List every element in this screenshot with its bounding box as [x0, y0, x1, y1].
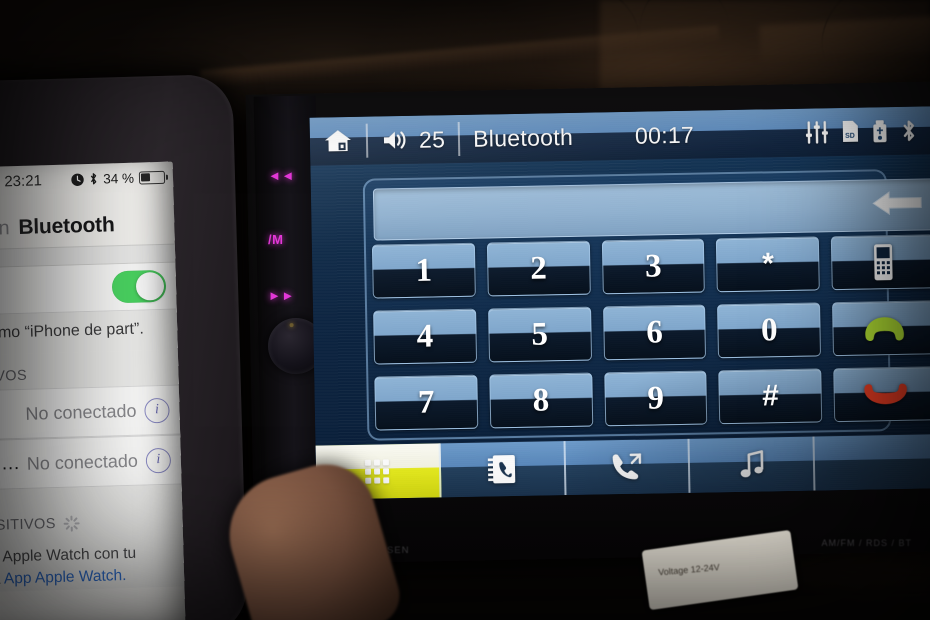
key-9[interactable]: 9 — [603, 370, 708, 427]
key-label: 9 — [647, 379, 665, 417]
call-history-icon — [612, 453, 642, 480]
key-label: 8 — [532, 381, 550, 419]
ios-devices-header-label: …OSITIVOS — [0, 367, 28, 387]
volume-level: 25 — [418, 125, 446, 153]
key-hash[interactable]: # — [718, 368, 823, 425]
call-end-icon — [864, 383, 907, 405]
ios-discovering-label: …ISPOSITIVOS — [0, 516, 57, 536]
key-label: 2 — [529, 249, 548, 287]
call-answer-button[interactable] — [832, 300, 930, 357]
battery-icon — [138, 170, 166, 185]
list-item[interactable]: …l(E0:… No conectado i — [0, 434, 182, 492]
key-label: 7 — [417, 383, 435, 421]
tab-music[interactable] — [689, 436, 816, 493]
device-name: …l(E0:… — [0, 452, 21, 477]
photo-scene: ◄◄ /M ►► 25 Bluetooth 00:17 SD 1 2 3 * 4… — [0, 0, 930, 620]
activity-spinner-icon — [63, 515, 80, 532]
source-label-cell: Bluetooth — [460, 113, 587, 163]
key-2[interactable]: 2 — [486, 240, 591, 297]
key-4[interactable]: 4 — [373, 308, 477, 365]
key-label: 5 — [531, 315, 549, 353]
equalizer-icon — [805, 121, 828, 144]
home-button[interactable] — [310, 117, 367, 166]
backspace-arrow-icon — [872, 191, 922, 216]
key-8[interactable]: 8 — [489, 372, 593, 429]
dial-pad-icon — [365, 459, 390, 484]
call-answer-icon — [864, 317, 904, 342]
key-star[interactable]: * — [716, 236, 820, 293]
bezel-button-band-mode[interactable]: /M — [268, 232, 283, 247]
tab-contacts[interactable] — [440, 441, 567, 498]
key-label: 6 — [645, 313, 664, 351]
ios-footer-text: …zar el Apple Watch con tu …bre la App A… — [0, 533, 185, 594]
key-6[interactable]: 6 — [602, 304, 707, 361]
ios-nav-bar: …ración Bluetooth — [0, 192, 175, 251]
ios-page-title: Bluetooth — [18, 213, 115, 239]
home-icon — [324, 130, 351, 152]
svg-text:SD: SD — [845, 133, 855, 140]
head-unit-screen: 25 Bluetooth 00:17 SD 1 2 3 * 4 5 6 0 7 … — [309, 106, 930, 500]
key-5[interactable]: 5 — [487, 306, 592, 363]
tab-history[interactable] — [565, 438, 691, 496]
call-end-button[interactable] — [833, 366, 930, 423]
iphone-screen: CL 23:21 34 % — [0, 161, 186, 620]
device-status: No conectado — [25, 400, 137, 424]
key-label: 1 — [415, 252, 433, 289]
usb-icon — [873, 120, 887, 143]
dial-pad-icon — [873, 244, 893, 281]
source-label: Bluetooth — [472, 123, 574, 152]
bezel-button-prev-track[interactable]: ◄◄ — [268, 168, 295, 183]
iphone-device: CL 23:21 34 % — [0, 73, 248, 620]
info-icon[interactable]: i — [144, 397, 170, 423]
battery-percent: 34 % — [103, 170, 135, 187]
key-label: 3 — [644, 247, 662, 285]
apple-watch-app-link[interactable]: App Apple Watch. — [4, 568, 127, 588]
head-unit-model: AM/FM / RDS / BT — [821, 538, 912, 548]
speaker-volume-icon — [383, 131, 406, 149]
clock: 00:17 — [634, 121, 695, 149]
volume-indicator[interactable]: 25 — [368, 115, 459, 165]
key-1[interactable]: 1 — [371, 242, 476, 299]
music-note-icon — [740, 450, 764, 478]
key-label: * — [761, 247, 775, 281]
key-label: 4 — [416, 318, 434, 355]
ios-back-button[interactable]: …ración — [0, 217, 10, 242]
key-7[interactable]: 7 — [374, 374, 479, 431]
ios-discovering-header: …ISPOSITIVOS — [0, 484, 183, 541]
key-0[interactable]: 0 — [717, 302, 822, 359]
ios-status-right: 34 % — [71, 169, 166, 187]
key-3[interactable]: 3 — [601, 238, 706, 295]
ios-clock: 23:21 — [4, 171, 43, 190]
info-icon[interactable]: i — [145, 447, 172, 473]
key-label: 0 — [760, 311, 778, 348]
ios-discoverable-note: …ble como “iPhone de part”. — [0, 309, 178, 357]
phone-number-input[interactable] — [372, 177, 930, 241]
clock-cell: 00:17 — [622, 110, 708, 160]
alarm-clock-icon — [71, 173, 84, 186]
tab-empty[interactable] — [815, 434, 930, 490]
ios-footer-line1: …zar el Apple Watch con tu — [0, 544, 137, 567]
ios-bluetooth-row[interactable]: …th — [0, 262, 177, 317]
status-icon-group: SD — [791, 106, 930, 157]
ios-bluetooth-toggle[interactable] — [111, 269, 167, 304]
screen-tab-bar — [315, 434, 930, 500]
phonebook-icon — [488, 455, 516, 484]
dial-pad-key-button[interactable] — [830, 234, 930, 291]
sd-card-icon: SD — [842, 120, 859, 142]
bluetooth-icon — [903, 120, 915, 141]
device-status: No conectado — [26, 450, 139, 474]
bluetooth-icon — [91, 173, 97, 185]
dial-keypad: 1 2 3 * 4 5 6 0 7 8 9 # — [371, 234, 930, 431]
list-item[interactable]: …B No conectado i — [0, 384, 181, 442]
bezel-button-next-track[interactable]: ►► — [268, 288, 295, 303]
key-label: # — [761, 379, 780, 413]
backspace-button[interactable] — [869, 184, 926, 221]
